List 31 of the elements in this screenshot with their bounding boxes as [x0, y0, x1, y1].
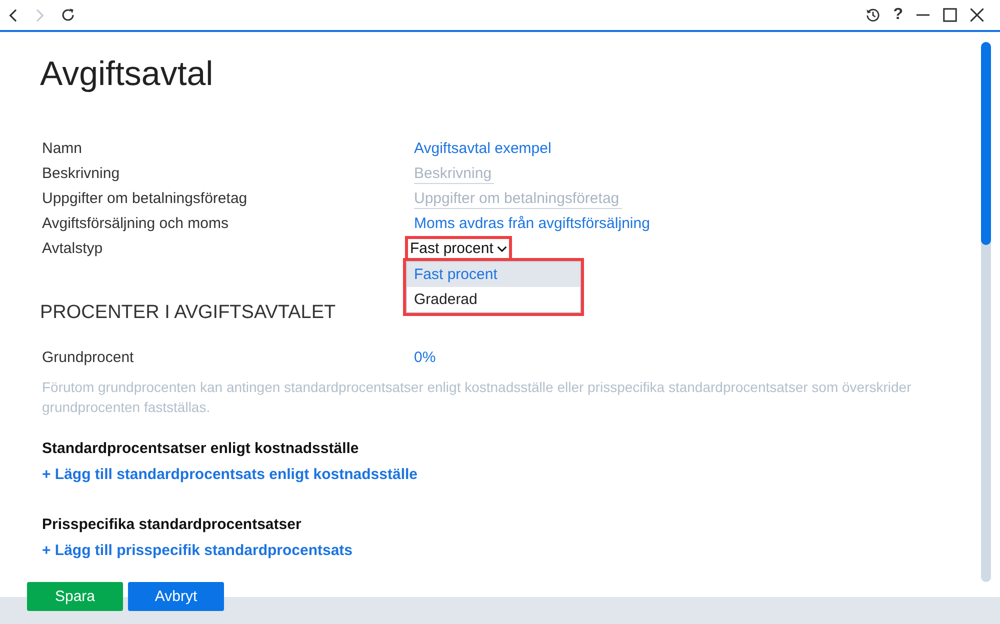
- field-label: Avtalstyp: [42, 239, 103, 259]
- chevron-down-icon: [497, 246, 508, 252]
- dropdown-option[interactable]: Fast procent: [407, 262, 580, 286]
- refresh-icon[interactable]: [61, 8, 75, 22]
- field-label: Namn: [42, 139, 82, 159]
- chevron-left-icon[interactable]: [9, 8, 17, 22]
- group-heading: Prisspecifika standardprocentsatser: [42, 515, 302, 535]
- page-title: Avgiftsavtal: [40, 54, 214, 94]
- group-heading: Standardprocentsatser enligt kostnadsställe: [42, 439, 359, 459]
- scrollbar-thumb[interactable]: [981, 42, 991, 245]
- input-field[interactable]: Uppgifter om betalningsföretag: [414, 188, 622, 209]
- value-link[interactable]: Avgiftsavtal exempel: [414, 140, 552, 156]
- section-heading: PROCENTER I AVGIFTSAVTALET: [40, 301, 336, 325]
- field-label: Uppgifter om betalningsföretag: [42, 189, 248, 209]
- add-link[interactable]: + Lägg till standardprocentsats enligt kostnadsställe: [42, 464, 418, 486]
- input-field[interactable]: Beskrivning: [414, 163, 494, 184]
- save-button[interactable]: Spara: [27, 582, 123, 611]
- value-link[interactable]: Moms avdras från avgiftsförsäljning: [414, 214, 650, 232]
- field-label: Avgiftsförsäljning och moms: [42, 214, 228, 234]
- field-label: Beskrivning: [42, 164, 120, 184]
- field-label: Grundprocent: [42, 348, 134, 368]
- history-icon[interactable]: [866, 8, 880, 22]
- cancel-button[interactable]: Avbryt: [128, 582, 224, 611]
- add-link[interactable]: + Lägg till prisspecifik standardprocentsats: [42, 540, 353, 562]
- help-button[interactable]: ?: [893, 6, 903, 24]
- scrollbar-track[interactable]: [981, 42, 991, 582]
- help-text: Förutom grundprocenten kan antingen standardprocentsatser enligt kostnadsställe eller prisspecifika standardprocentsatser som överskrider grundprocenten fastställas.: [42, 378, 912, 417]
- close-icon[interactable]: [970, 8, 984, 22]
- value-link[interactable]: 0%: [414, 348, 436, 366]
- maximize-icon[interactable]: [943, 8, 957, 22]
- dropdown-option[interactable]: Graderad: [407, 286, 580, 312]
